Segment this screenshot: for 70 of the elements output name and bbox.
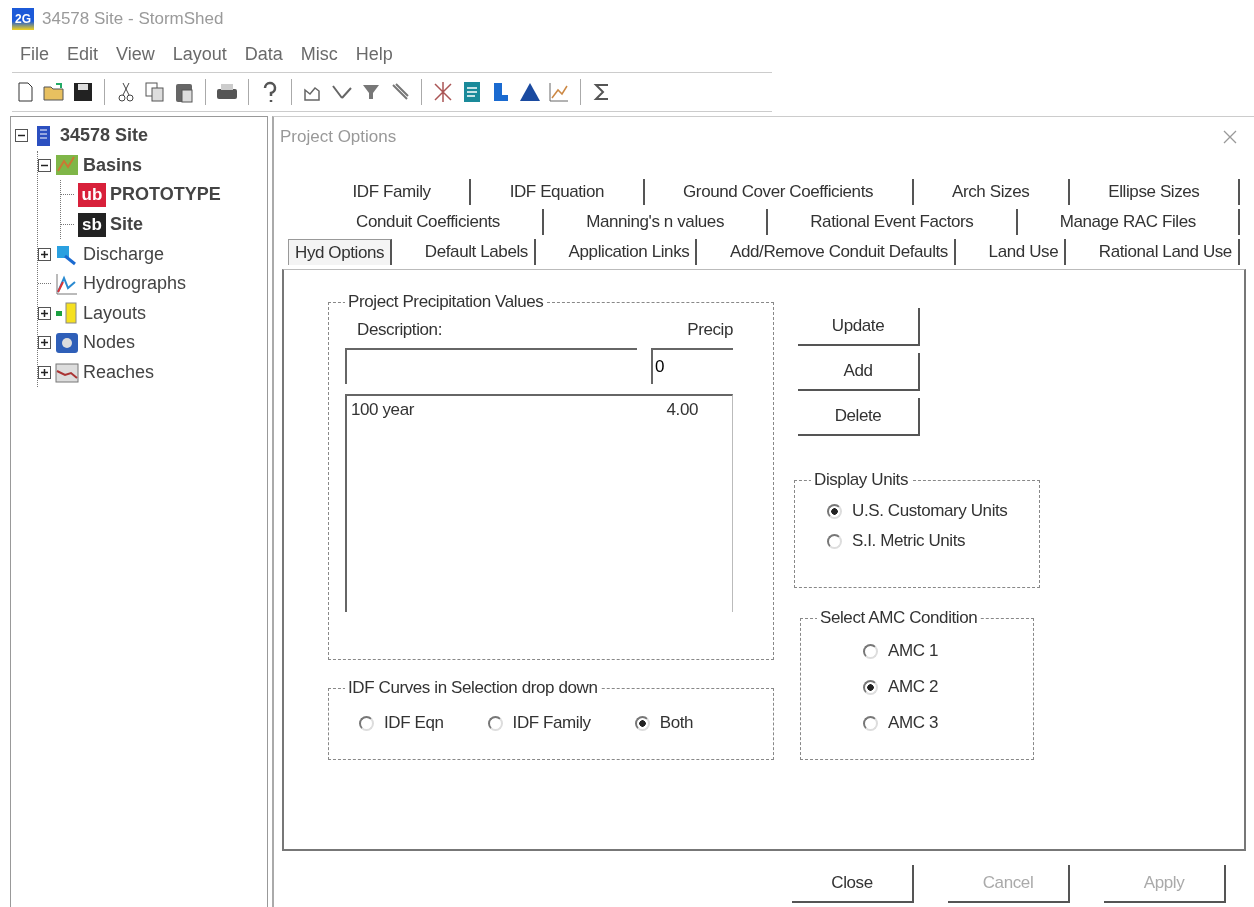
- radio-button[interactable]: IDF Eqn: [359, 712, 444, 734]
- tree-item[interactable]: Layouts: [83, 302, 147, 324]
- app-icon: 2G: [12, 8, 34, 30]
- field-label: Description:: [357, 320, 442, 340]
- group-title: Display Units: [813, 470, 909, 490]
- menu-item[interactable]: Edit: [59, 41, 107, 67]
- expand-icon[interactable]: [38, 336, 51, 350]
- tab[interactable]: Land Use: [982, 239, 1067, 265]
- window-title: 34578 Site - StormShed: [42, 9, 224, 29]
- group-title: Select AMC Condition: [819, 608, 979, 628]
- tab[interactable]: Rational Event Factors: [768, 209, 1018, 235]
- basin-badge: sb: [78, 212, 106, 237]
- menu-item[interactable]: Help: [347, 41, 401, 67]
- dialog-button[interactable]: Update: [798, 308, 920, 346]
- radio-button[interactable]: S.I. Metric Units: [827, 530, 1023, 552]
- tab[interactable]: Manage RAC Files: [1017, 209, 1241, 235]
- tree-item[interactable]: Hydrographs: [83, 273, 187, 295]
- nodes-icon: [55, 330, 79, 355]
- collapse-icon[interactable]: [15, 129, 28, 143]
- basins-icon: [55, 153, 79, 178]
- tab[interactable]: Rational Land Use: [1092, 239, 1240, 265]
- tree-item[interactable]: Discharge: [83, 243, 165, 265]
- tab[interactable]: Ellipse Sizes: [1069, 179, 1240, 205]
- tree-item[interactable]: PROTOTYPE: [110, 184, 221, 206]
- expand-icon[interactable]: [38, 366, 51, 380]
- reaches-icon: [55, 360, 79, 385]
- field-label: Precip: [687, 320, 733, 340]
- tree-item[interactable]: Nodes: [83, 332, 136, 354]
- radio-button[interactable]: AMC 1: [863, 640, 1017, 662]
- tab[interactable]: Conduit Coefficients: [314, 209, 545, 235]
- tree-item[interactable]: 34578 Site: [60, 125, 149, 147]
- dialog-button[interactable]: Close: [792, 865, 914, 903]
- tree-item[interactable]: Reaches: [83, 362, 155, 384]
- tab[interactable]: Ground Cover Coefficients: [644, 179, 914, 205]
- basin-badge: ub: [78, 183, 106, 207]
- menu-item[interactable]: View: [108, 41, 163, 67]
- group-title: Project Precipitation Values: [347, 292, 545, 312]
- menu-item[interactable]: Layout: [164, 41, 235, 67]
- expand-icon[interactable]: [38, 306, 51, 320]
- layouts-icon: [55, 301, 79, 326]
- tab[interactable]: Arch Sizes: [913, 179, 1070, 205]
- expand-icon[interactable]: [38, 247, 51, 261]
- radio-button[interactable]: AMC 2: [863, 676, 1017, 698]
- tree-item[interactable]: Site: [110, 214, 143, 236]
- tab[interactable]: Hyd Options: [288, 239, 393, 265]
- dialog-title: Project Options: [280, 127, 397, 147]
- radio-button[interactable]: Both: [634, 712, 694, 734]
- menu-item[interactable]: Misc: [292, 41, 346, 67]
- tab[interactable]: Default Labels: [418, 239, 536, 265]
- radio-button[interactable]: IDF Family: [487, 712, 591, 734]
- precip-field[interactable]: 0: [651, 348, 733, 384]
- radio-button[interactable]: U.S. Customary Units: [827, 500, 1023, 522]
- list-box[interactable]: 100 year 4.00: [345, 394, 733, 612]
- tab[interactable]: Application Links: [562, 239, 698, 265]
- list-item[interactable]: 100 year: [351, 400, 414, 420]
- menu-item[interactable]: File: [12, 41, 57, 67]
- close-icon[interactable]: [1222, 129, 1238, 145]
- hydrographs-icon: [55, 271, 79, 296]
- tab[interactable]: IDF Family: [314, 179, 472, 205]
- collapse-icon[interactable]: [38, 158, 51, 172]
- tab[interactable]: Manning's n values: [544, 209, 769, 235]
- dialog-button[interactable]: Delete: [798, 398, 920, 436]
- tree-item[interactable]: Basins: [83, 154, 143, 176]
- list-value: 4.00: [666, 400, 698, 420]
- radio-button[interactable]: AMC 3: [863, 712, 1017, 734]
- tab[interactable]: IDF Equation: [471, 179, 645, 205]
- group-title: IDF Curves in Selection drop down: [347, 678, 599, 698]
- tab[interactable]: Add/Remove Conduit Defaults: [724, 239, 956, 265]
- menu-item[interactable]: Data: [236, 41, 291, 67]
- dialog-button[interactable]: Add: [798, 353, 920, 391]
